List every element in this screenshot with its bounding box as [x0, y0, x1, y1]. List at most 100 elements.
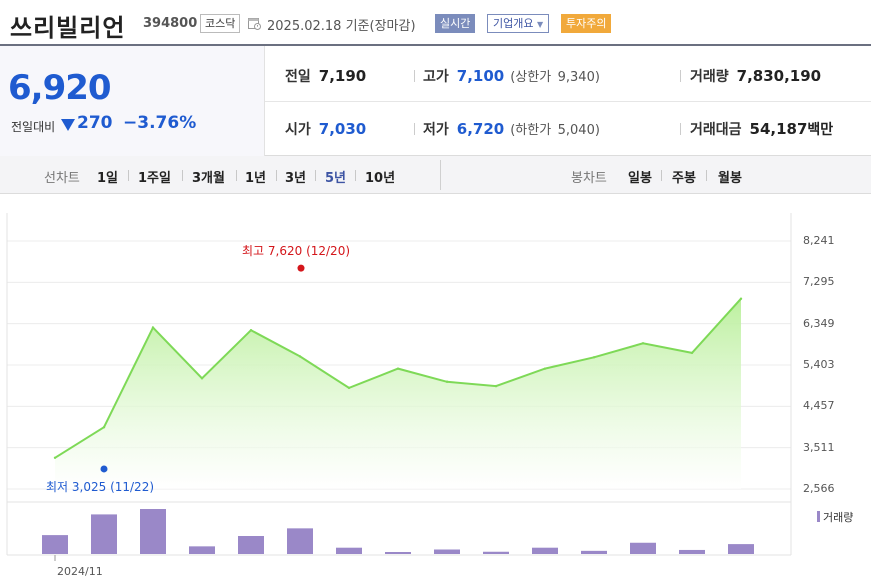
volume-bar: [189, 546, 215, 554]
tab-3m[interactable]: 3개월: [192, 167, 225, 186]
high-annotation: 최고 7,620 (12/20): [242, 244, 351, 258]
company-info-dropdown[interactable]: 기업개요 ▼: [487, 14, 550, 33]
price-point: [151, 326, 155, 329]
price-point: [739, 297, 743, 300]
x-axis-tick: 2024/11: [57, 565, 103, 578]
prev-close-label: 전일: [285, 69, 311, 85]
upper-limit-label: (상한가: [510, 70, 552, 85]
stat-divider: [414, 123, 415, 135]
trade-value-stat: 거래대금 54,187백만: [690, 119, 833, 139]
volume-label: 거래량: [690, 69, 729, 85]
volume-bar: [140, 509, 166, 554]
price-point: [200, 377, 204, 380]
low-stat: 저가 6,720 (하한가 5,040): [423, 119, 600, 139]
y-axis-tick: 4,457: [803, 399, 835, 413]
volume-bar: [238, 536, 264, 554]
price-point: [641, 342, 645, 345]
price-point: [298, 355, 302, 358]
stats-row-divider: [265, 101, 871, 102]
investment-warning-badge[interactable]: 투자주의: [561, 14, 612, 33]
tab-3y[interactable]: 3년: [285, 167, 306, 186]
price-panel: 6,920 전일대비 270 −3.76% 전일 7,190 고가 7,100 (상한…: [0, 46, 871, 156]
current-price: 6,920: [8, 68, 112, 108]
stat-divider: [414, 70, 415, 82]
trade-value-label: 거래대금: [690, 122, 742, 138]
change-value: 270: [77, 113, 113, 133]
realtime-button[interactable]: 실시간: [435, 14, 476, 33]
volume-bar: [581, 550, 607, 554]
trade-value-value: 54,187: [749, 120, 808, 138]
tab-group-divider: [440, 160, 441, 190]
low-label: 저가: [423, 122, 449, 138]
price-point: [445, 380, 449, 383]
chevron-down-icon: ▼: [536, 20, 544, 29]
volume-bar: [483, 551, 509, 554]
high-marker: [297, 264, 305, 272]
volume-bar: [42, 535, 68, 554]
volume-legend: 거래량: [817, 509, 853, 525]
tab-divider: [661, 170, 662, 181]
price-point: [543, 367, 547, 370]
open-label: 시가: [285, 122, 311, 138]
tab-divider: [276, 170, 277, 181]
prev-close-stat: 전일 7,190: [285, 66, 366, 86]
tab-divider: [355, 170, 356, 181]
price-point: [249, 328, 253, 332]
upper-limit-value: 9,340): [557, 70, 600, 85]
y-axis-tick: 2,566: [803, 482, 835, 495]
y-axis-tick: 6,349: [803, 316, 835, 330]
price-area: [55, 298, 741, 489]
tab-divider: [128, 170, 129, 181]
stock-name: 쓰리빌리언: [10, 14, 126, 42]
price-point: [396, 367, 400, 370]
tab-divider: [315, 170, 316, 181]
basis-date: 2025.02.18 기준(장마감): [267, 15, 416, 34]
volume-bar: [728, 544, 754, 554]
price-point: [102, 426, 106, 429]
y-axis-tick: 3,511: [803, 440, 835, 454]
tab-1w[interactable]: 1주일: [138, 167, 171, 186]
change-label: 전일대비: [11, 120, 56, 134]
company-info-label: 기업개요: [493, 17, 534, 30]
price-chart-svg: [6, 213, 792, 561]
stock-code: 394800: [143, 16, 198, 31]
stat-divider: [680, 123, 681, 135]
volume-bar: [336, 547, 362, 554]
tab-10y[interactable]: 10년: [365, 167, 395, 186]
tab-monthly[interactable]: 월봉: [718, 167, 742, 186]
lower-limit-label: (하한가: [510, 123, 552, 138]
volume-stat: 거래량 7,830,190: [690, 66, 821, 86]
volume-bar: [287, 528, 313, 554]
volume-swatch: [817, 511, 820, 522]
lower-limit-value: 5,040): [557, 123, 600, 138]
low-annotation: 최저 3,025 (11/22): [46, 480, 155, 494]
line-chart-label: 선차트: [44, 171, 80, 186]
price-point: [690, 351, 694, 355]
stat-divider: [680, 70, 681, 82]
tab-divider: [706, 170, 707, 181]
tab-daily[interactable]: 일봉: [628, 167, 652, 186]
low-value: 6,720: [456, 120, 505, 138]
tab-1d[interactable]: 1일: [97, 167, 118, 186]
change-percent: −3.76%: [123, 113, 197, 133]
date-text: 2025.02.18: [267, 19, 342, 34]
high-stat: 고가 7,100 (상한가 9,340): [423, 66, 600, 86]
low-marker: [100, 465, 108, 473]
price-point: [494, 384, 498, 388]
tab-divider: [182, 170, 183, 181]
trade-value-unit: 백만: [807, 122, 834, 138]
candle-chart-label: 봉차트: [571, 171, 607, 186]
tab-5y[interactable]: 5년: [325, 167, 346, 186]
tab-1y[interactable]: 1년: [245, 167, 266, 186]
down-arrow-icon: [61, 119, 75, 131]
tab-weekly[interactable]: 주봉: [672, 167, 696, 186]
volume-legend-label: 거래량: [823, 511, 854, 524]
volume-bar: [385, 552, 411, 554]
price-point: [592, 356, 596, 359]
price-chart[interactable]: 8,241 7,295 6,349 5,403 4,457 3,511 2,566 최고 7…: [0, 195, 871, 586]
price-point: [347, 386, 351, 390]
open-value: 7,030: [318, 120, 367, 138]
volume-bar: [630, 542, 656, 554]
open-stat: 시가 7,030: [285, 119, 366, 139]
volume-bar: [91, 514, 117, 554]
